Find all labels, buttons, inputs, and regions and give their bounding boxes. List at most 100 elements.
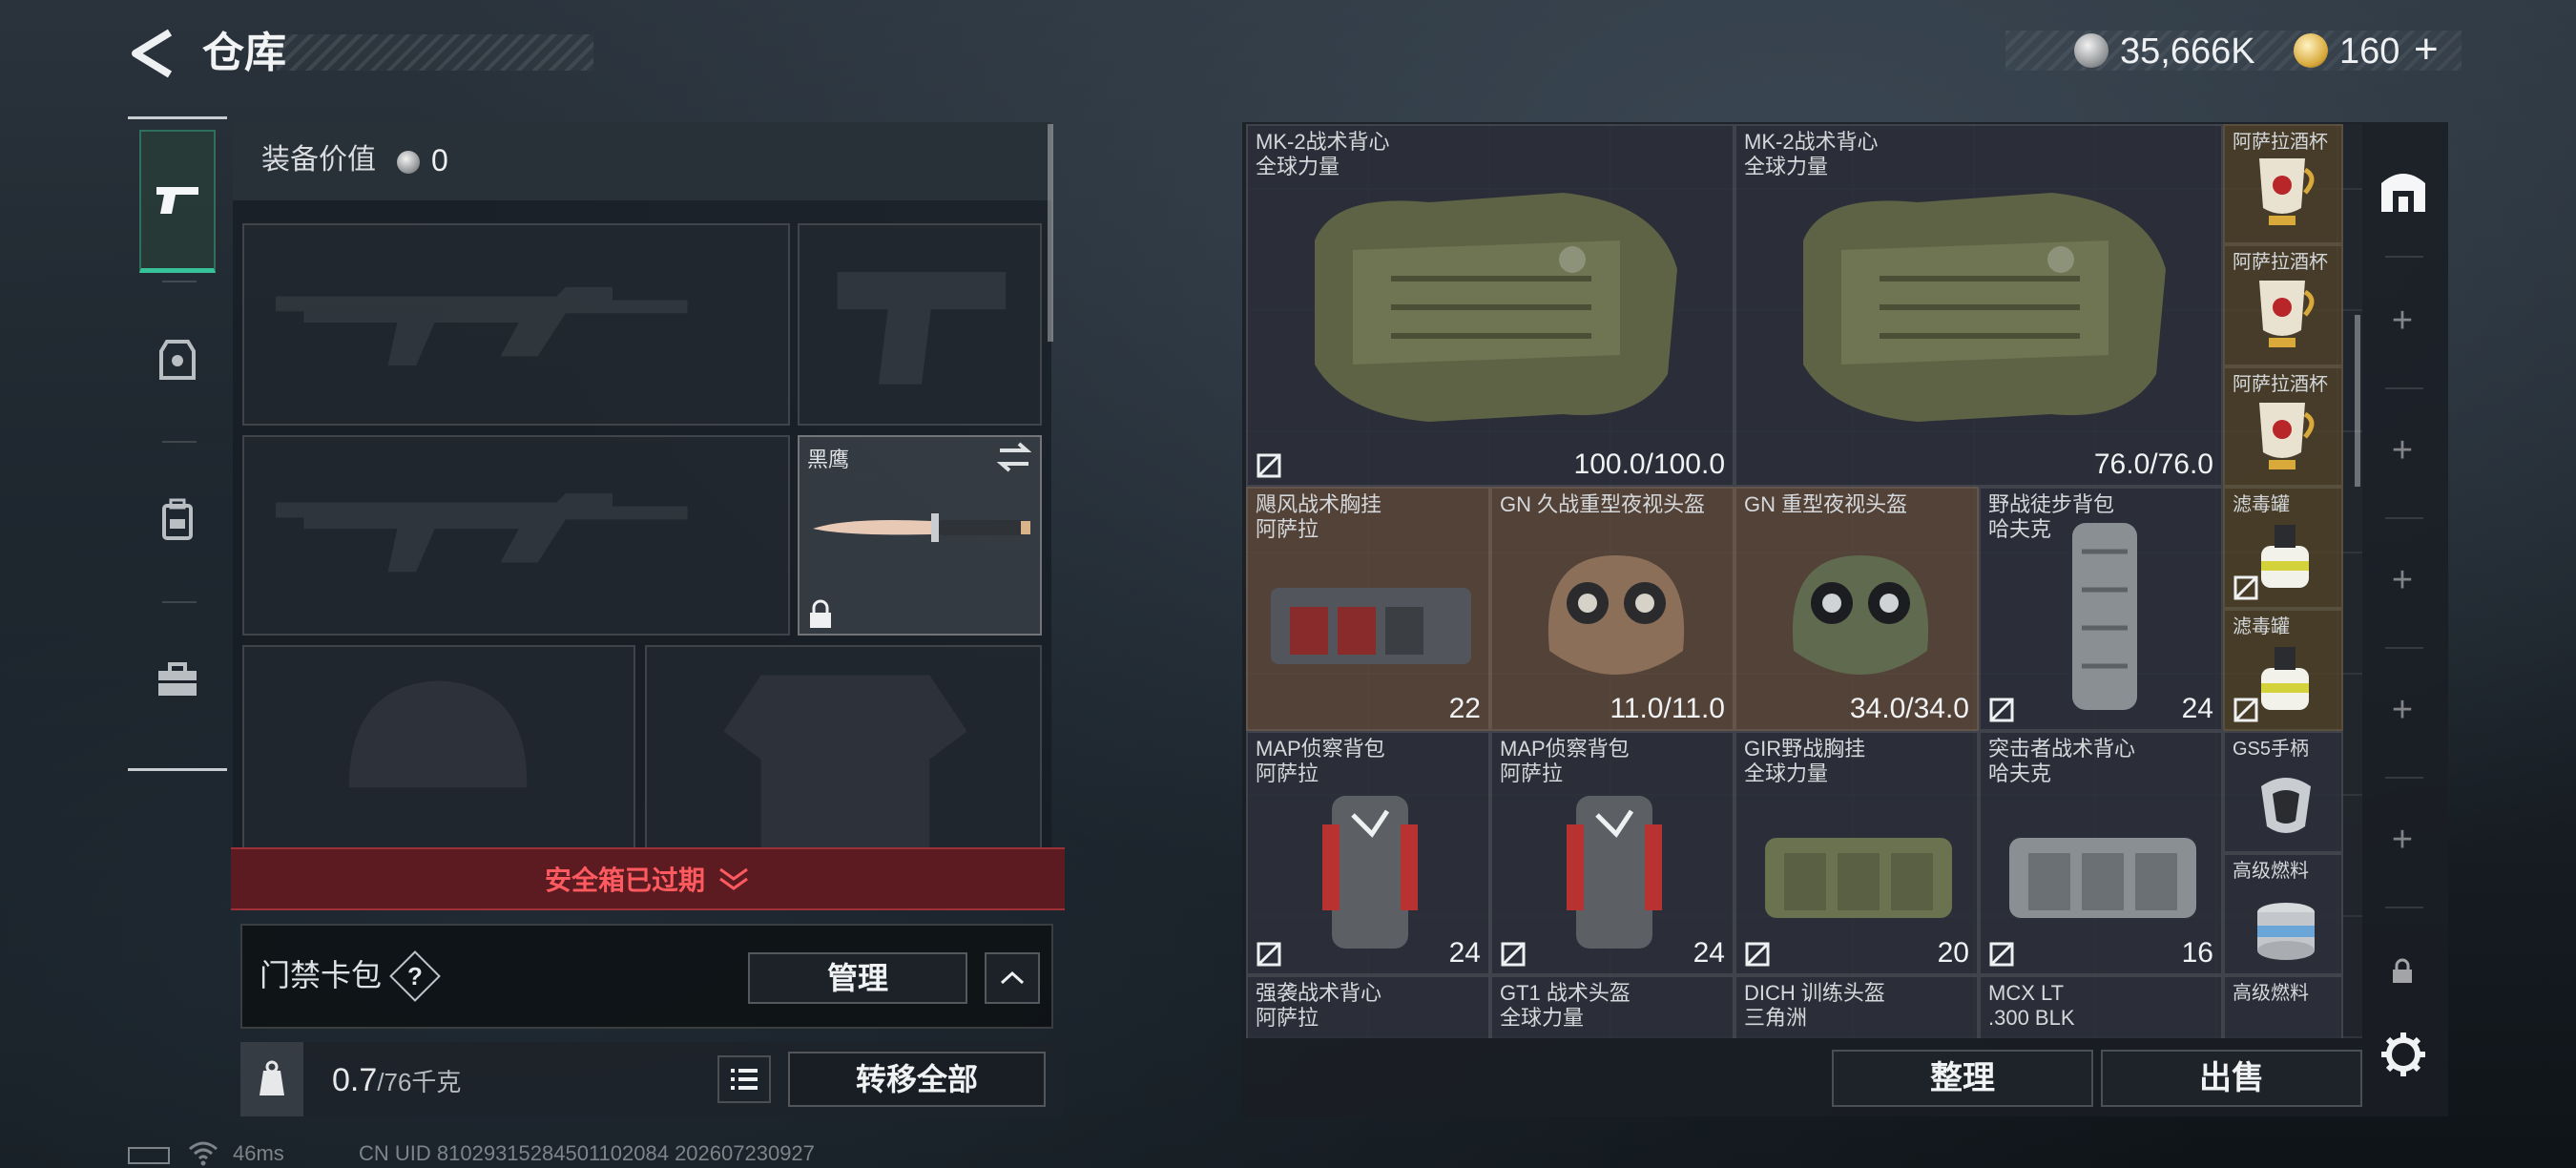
item-capacity: 24 [2181,693,2213,724]
item-subtitle: 全球力量 [1744,761,1829,785]
stash-item[interactable]: MK-2战术背心 全球力量 76.0/76.0 [1735,124,2223,487]
rail-divider [2385,777,2423,779]
loadout-value: 0 [431,143,448,177]
sidearm-slot[interactable] [798,223,1042,426]
carry-weight: 0.7/76千克 [332,1061,461,1101]
stash-item[interactable]: GIR野战胸挂 全球力量 20 [1735,731,1979,975]
stash-item[interactable]: 滤毒罐 [2223,609,2343,731]
primary-weapon-slot-2[interactable] [242,435,790,636]
stash-item[interactable]: MAP侦察背包 阿萨拉 24 [1246,731,1490,975]
silver-coin-icon [2074,33,2109,68]
item-name: GS5手柄 [2233,739,2310,760]
transfer-all-button[interactable]: 转移全部 [788,1052,1046,1107]
stash-item[interactable]: GS5手柄 [2223,731,2343,853]
helmet-slot[interactable] [242,645,635,849]
list-view-button[interactable] [717,1055,771,1103]
item-name: GN 重型夜视头盔 [1744,492,1908,516]
armor-slot[interactable] [645,645,1042,849]
stash-item[interactable]: 阿萨拉酒杯 [2223,244,2343,366]
tab-backpack[interactable] [139,448,216,592]
lock-icon[interactable] [2391,958,2414,985]
item-name: 突击者战术背心 [1988,737,2136,761]
manage-button[interactable]: 管理 [748,952,967,1004]
item-capacity: 16 [2181,937,2213,969]
item-subtitle: 阿萨拉 [1256,517,1319,541]
stash-item[interactable]: MAP侦察背包 阿萨拉 24 [1490,731,1735,975]
add-stash-tab-button[interactable]: + [2385,302,2420,339]
add-stash-tab-button[interactable]: + [2385,562,2420,598]
rifle-silhouette-icon [275,286,688,366]
uid-text: CN UID 8102931528450110208​4 20260723092… [359,1141,815,1165]
item-durability: 76.0/76.0 [2093,448,2213,480]
no-insure-icon [1257,942,1281,967]
safebox-expired-bar[interactable]: 安全箱已过期 [231,847,1065,910]
stash-scrollbar[interactable] [2355,315,2360,487]
item-name: 高级燃料 [2233,861,2309,882]
primary-weapon-slot-1[interactable] [242,223,790,426]
stash-item[interactable]: MCX LT .300 BLK [1979,975,2223,1038]
add-stash-tab-button[interactable]: + [2385,432,2420,469]
item-name: DICH 训练头盔 [1744,981,1885,1005]
backpack-icon [162,498,193,540]
stash-item[interactable]: 阿萨拉酒杯 [2223,366,2343,487]
item-name: MAP侦察背包 [1256,737,1385,761]
helmet-silhouette-icon [348,680,528,788]
fuel-can-icon [2257,903,2315,960]
add-currency-button[interactable]: + [2414,25,2439,74]
no-insure-icon [2233,575,2258,600]
item-capacity: 24 [1448,937,1481,969]
swap-icon[interactable] [996,441,1032,473]
tab-weapons[interactable] [139,130,216,273]
stash-item[interactable]: 野战徒步背包 哈夫克 24 [1979,487,2223,731]
settings-gear-icon[interactable] [2379,1031,2427,1078]
help-icon[interactable]: ? [397,958,433,994]
item-durability: 11.0/11.0 [1610,693,1725,724]
rail-divider [2385,256,2423,258]
add-stash-tab-button[interactable]: + [2385,822,2420,858]
item-capacity: 20 [1937,937,1969,969]
stash-item[interactable]: MK-2战术背心 全球力量 100.0/100.0 [1246,124,1735,487]
warehouse-icon[interactable] [2376,162,2431,218]
stash-item[interactable]: GN 久战重型夜视头盔 11.0/11.0 [1490,487,1735,731]
scout-backpack-icon [1567,796,1662,949]
item-name: MK-2战术背心 [1256,130,1390,154]
rail-divider [2385,517,2423,519]
tab-case[interactable] [139,609,216,752]
back-arrow-icon[interactable] [126,27,176,80]
stash-item[interactable]: GN 重型夜视头盔 34.0/34.0 [1735,487,1979,731]
pistol-icon [156,186,198,214]
no-insure-icon [1989,942,2014,967]
melee-slot[interactable]: 黑鹰 [798,435,1042,636]
item-name: MAP侦察背包 [1500,737,1630,761]
night-vision-helmet-icon [1548,555,1685,675]
stash-item[interactable]: 强袭战术背心 阿萨拉 [1246,975,1490,1038]
safebox-expired-text: 安全箱已过期 [544,866,705,895]
item-name: GIR野战胸挂 [1744,737,1866,761]
double-chevron-down-icon [719,867,748,890]
sell-button[interactable]: 出售 [2101,1050,2362,1107]
stash-item[interactable]: 突击者战术背心 哈夫克 16 [1979,731,2223,975]
item-subtitle: 阿萨拉 [1256,1006,1319,1030]
stash-item[interactable]: 高级燃料 [2223,853,2343,975]
loadout-scrollbar[interactable] [1048,124,1053,342]
carry-weight-max: /76千克 [377,1068,462,1096]
add-stash-tab-button[interactable]: + [2385,692,2420,728]
weight-icon-box [240,1042,303,1116]
stash-item[interactable]: 滤毒罐 [2223,487,2343,609]
stash-item[interactable]: GT1 战术头盔 全球力量 [1490,975,1735,1038]
wifi-icon [189,1141,218,1166]
field-chest-rig-icon [1765,838,1952,918]
vest-icon [159,340,196,380]
stash-item[interactable]: 飓风战术胸挂 阿萨拉 22 [1246,487,1490,731]
item-name: 飓风战术胸挂 [1256,492,1382,516]
organize-button[interactable]: 整理 [1832,1050,2093,1107]
item-name: GT1 战术头盔 [1500,981,1631,1005]
stash-item[interactable]: 高级燃料 [2223,975,2343,1038]
rifle-silhouette-icon [275,492,688,573]
ornate-cup-icon [2259,158,2315,225]
stash-item[interactable]: 阿萨拉酒杯 [2223,124,2343,244]
collapse-button[interactable] [985,952,1040,1004]
stash-item[interactable]: DICH 训练头盔 三角洲 [1735,975,1979,1038]
stash-grid: MK-2战术背心 全球力量 100.0/100.0 MK-2战术背心 全球力量 … [1246,124,2362,1038]
tab-gear[interactable] [139,288,216,431]
